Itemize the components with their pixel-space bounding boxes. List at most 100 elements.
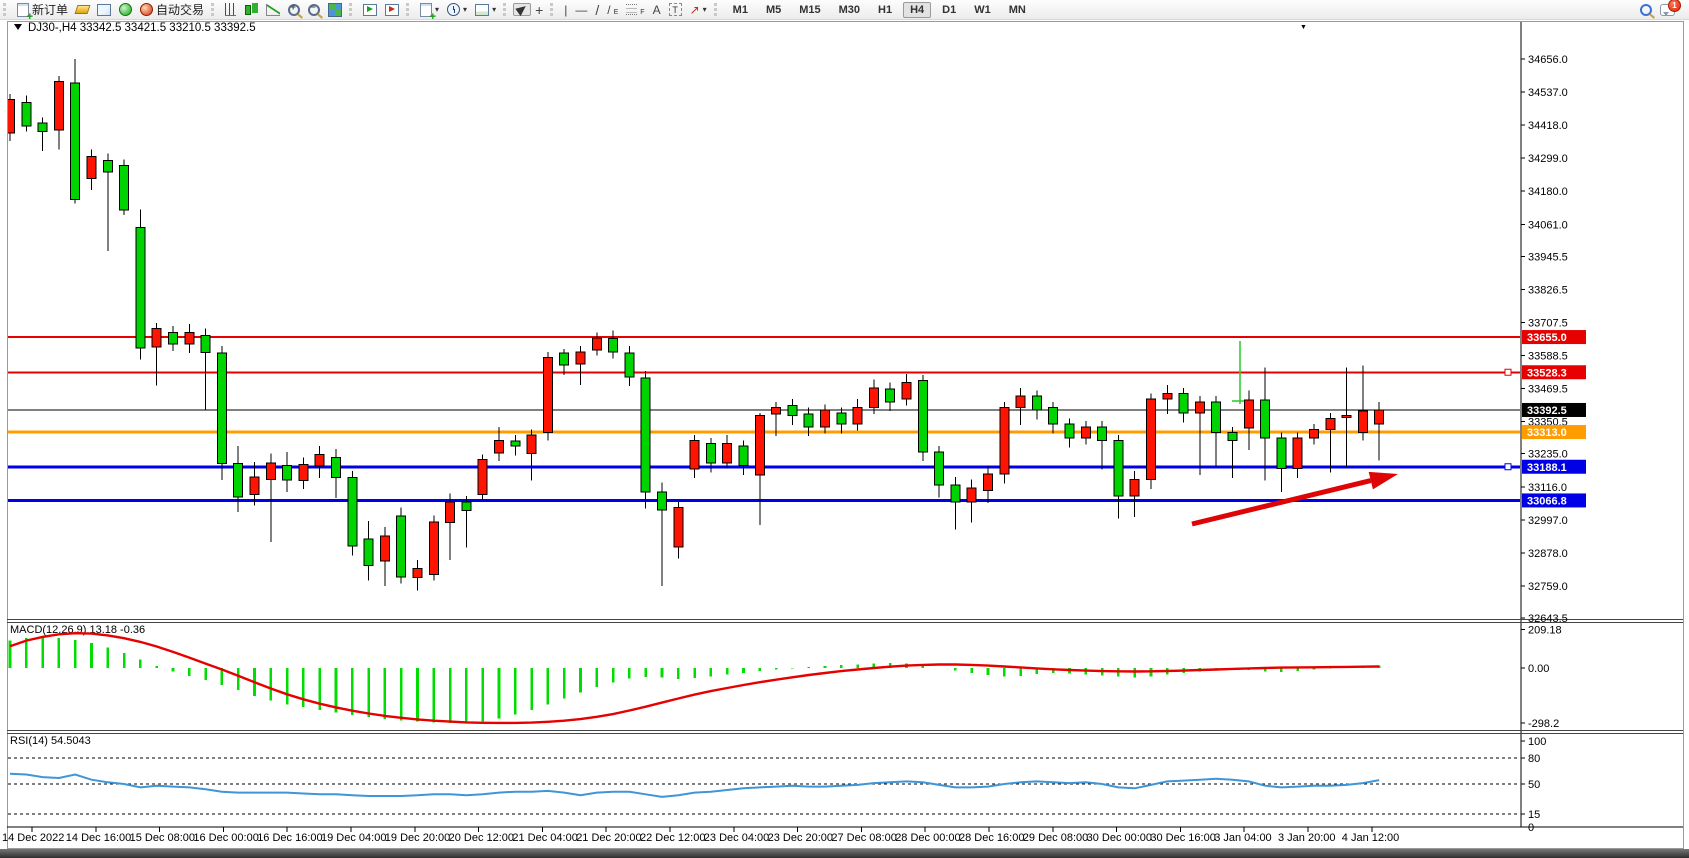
candle-bear bbox=[283, 466, 292, 480]
candle-bull bbox=[1195, 402, 1204, 413]
bar-chart-icon bbox=[225, 3, 236, 16]
candle-bear bbox=[136, 227, 145, 348]
trendline-tool-button[interactable]: / bbox=[591, 0, 603, 20]
price-badge-label: 33655.0 bbox=[1527, 332, 1567, 344]
zoom-out-button[interactable]: − bbox=[304, 2, 324, 18]
cursor-icon bbox=[515, 3, 528, 16]
candle-bull bbox=[1000, 407, 1009, 474]
price-tick-label: 34656.0 bbox=[1528, 54, 1568, 66]
timeframe-M5[interactable]: M5 bbox=[759, 2, 788, 18]
candle-bull bbox=[543, 357, 552, 432]
macd-tick-label: 209.18 bbox=[1528, 624, 1562, 636]
timeframe-M30[interactable]: M30 bbox=[832, 2, 867, 18]
trendline-icon: / bbox=[595, 2, 599, 18]
rsi-tick-label: 80 bbox=[1528, 753, 1540, 765]
zoom-out-icon: − bbox=[308, 4, 320, 16]
new-order-icon bbox=[17, 3, 29, 17]
new-order-button[interactable]: 新订单 bbox=[13, 0, 72, 20]
channel-letter: E bbox=[614, 9, 619, 16]
price-tick-label: 32643.5 bbox=[1528, 613, 1568, 625]
timeframe-H1[interactable]: H1 bbox=[871, 2, 899, 18]
candle-bull bbox=[592, 338, 601, 350]
time-tick-label: 22 Dec 12:00 bbox=[640, 832, 705, 844]
group-separator bbox=[714, 3, 720, 16]
candle-bear bbox=[886, 389, 895, 402]
candle-bull bbox=[690, 441, 699, 469]
vertical-line-tool-button[interactable]: | bbox=[560, 1, 571, 19]
auto-trading-button[interactable]: 自动交易 bbox=[136, 0, 208, 20]
subwindow-collapse-icon[interactable]: ▼ bbox=[1300, 24, 1307, 31]
candle-bull bbox=[315, 455, 324, 467]
caret-down-icon: ▾ bbox=[492, 5, 496, 14]
candle-bull bbox=[54, 82, 63, 131]
candle-bull bbox=[1326, 418, 1335, 429]
candle-bull bbox=[429, 522, 438, 575]
timeframe-W1[interactable]: W1 bbox=[967, 2, 998, 18]
notifications-button[interactable]: 1 bbox=[1656, 2, 1689, 18]
hline-handle[interactable] bbox=[1505, 369, 1511, 375]
crosshair-tool-button[interactable]: + bbox=[531, 0, 547, 20]
time-tick-label: 21 Dec 04:00 bbox=[512, 832, 577, 844]
rsi-tick-label: 100 bbox=[1528, 736, 1546, 748]
group-separator bbox=[211, 3, 217, 16]
fibonacci-tool-button[interactable]: F bbox=[622, 2, 648, 17]
candle-bull bbox=[1016, 396, 1025, 407]
search-button[interactable] bbox=[1636, 2, 1656, 18]
time-tick-label: 3 Jan 04:00 bbox=[1214, 832, 1272, 844]
horizontal-line-tool-button[interactable]: — bbox=[571, 1, 591, 19]
candlestick-chart-button[interactable] bbox=[240, 2, 262, 18]
hline-handle[interactable] bbox=[1505, 464, 1511, 470]
candle-bear bbox=[1212, 402, 1221, 433]
candle-bull bbox=[1147, 399, 1156, 480]
bar-chart-button[interactable] bbox=[221, 1, 240, 18]
candle-bull bbox=[1375, 410, 1384, 424]
add-indicator-icon bbox=[420, 3, 432, 17]
template-icon bbox=[475, 4, 489, 16]
cursor-tool-button[interactable] bbox=[513, 3, 531, 16]
timeframe-D1[interactable]: D1 bbox=[935, 2, 963, 18]
indicators-button[interactable]: ▾ bbox=[416, 1, 443, 19]
timeframe-MN[interactable]: MN bbox=[1002, 2, 1033, 18]
candle-bear bbox=[1049, 407, 1058, 424]
candle-bear bbox=[38, 123, 47, 131]
tile-windows-button[interactable] bbox=[324, 1, 346, 19]
signal-button[interactable] bbox=[115, 1, 136, 18]
candle-bear bbox=[462, 502, 471, 511]
candle-bull bbox=[152, 329, 161, 347]
text-tool-button[interactable]: A bbox=[649, 1, 665, 19]
periods-button[interactable]: ▾ bbox=[443, 1, 471, 18]
zoom-in-button[interactable]: + bbox=[284, 2, 304, 18]
candle-bull bbox=[1244, 400, 1253, 428]
candle-bear bbox=[120, 166, 129, 210]
time-tick-label: 19 Dec 20:00 bbox=[385, 832, 450, 844]
candle-bear bbox=[951, 485, 960, 502]
tile-windows-icon bbox=[328, 3, 342, 17]
rsi-tick-label: 50 bbox=[1528, 779, 1540, 791]
channel-icon: / bbox=[607, 3, 610, 17]
auto-scroll-button[interactable] bbox=[381, 2, 403, 18]
line-chart-button[interactable] bbox=[262, 2, 284, 18]
candle-bear bbox=[560, 353, 569, 365]
group-separator bbox=[550, 3, 556, 16]
channel-tool-button[interactable]: / E bbox=[603, 1, 622, 19]
candle-bear bbox=[1032, 396, 1041, 410]
timeframe-M1[interactable]: M1 bbox=[726, 2, 755, 18]
timeframe-M15[interactable]: M15 bbox=[792, 2, 827, 18]
arrows-tool-button[interactable]: ↗ ▾ bbox=[686, 1, 711, 19]
timeframe-H4[interactable]: H4 bbox=[903, 2, 931, 18]
text-label-tool-button[interactable]: T bbox=[665, 1, 686, 18]
candle-bull bbox=[1310, 430, 1319, 438]
fibonacci-letter: F bbox=[640, 9, 644, 16]
price-tick-label: 33707.5 bbox=[1528, 317, 1568, 329]
candle-bull bbox=[821, 410, 830, 427]
candle-bull bbox=[527, 435, 536, 454]
candle-bear bbox=[1098, 427, 1107, 441]
market-watch-button[interactable] bbox=[93, 2, 115, 18]
chart-shift-button[interactable] bbox=[359, 2, 381, 18]
templates-button[interactable]: ▾ bbox=[471, 2, 500, 18]
candle-bear bbox=[1277, 438, 1286, 469]
candle-bull bbox=[1293, 438, 1302, 469]
candle-bull bbox=[674, 507, 683, 546]
eraser-button[interactable] bbox=[72, 3, 93, 16]
time-tick-label: 14 Dec 2022 bbox=[2, 832, 64, 844]
